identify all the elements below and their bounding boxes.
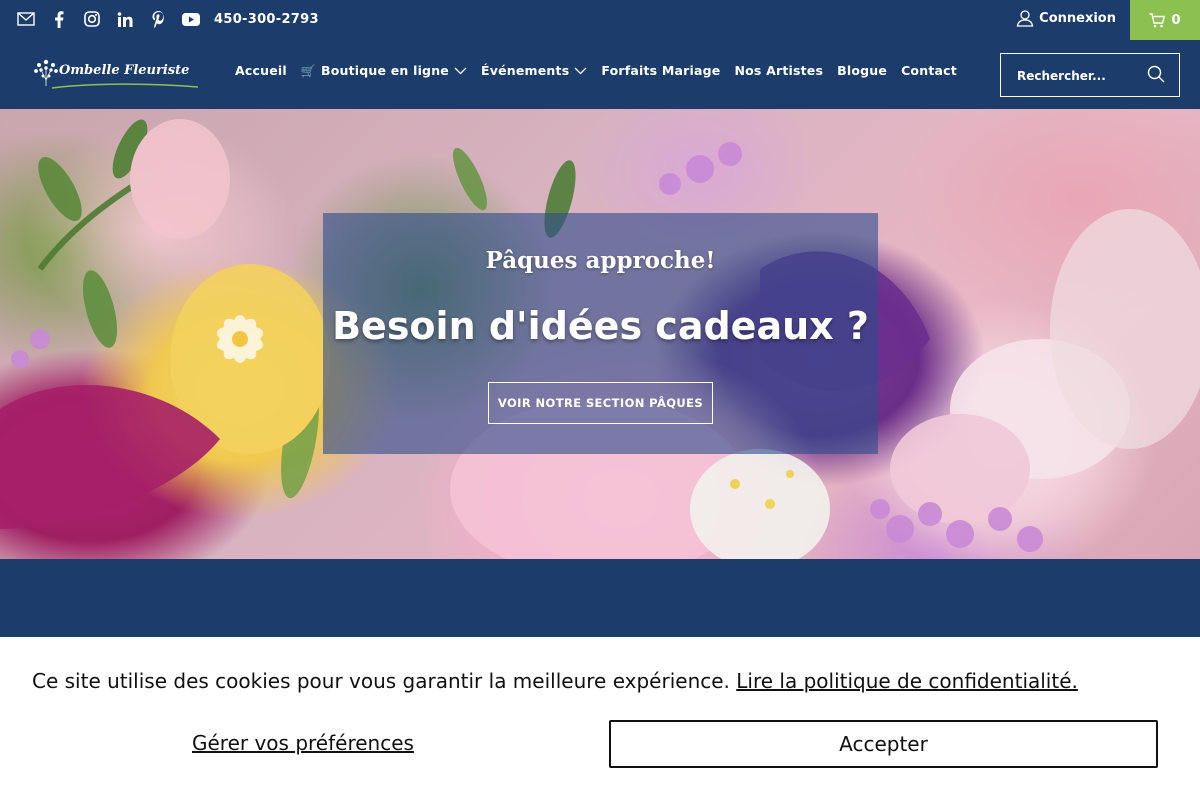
- nav-blog[interactable]: Blogue: [837, 63, 887, 78]
- chevron-down-icon: [574, 67, 587, 74]
- nav-events-label: Événements: [480, 63, 570, 78]
- email-icon[interactable]: [16, 9, 36, 29]
- nav-shop[interactable]: 🛒 Boutique en ligne: [301, 63, 467, 78]
- chevron-down-icon: [454, 67, 467, 74]
- social-links: 450-300-2793: [16, 7, 319, 31]
- manage-preferences-link[interactable]: Gérer vos préférences: [192, 731, 414, 755]
- logo-text: Ombelle Fleuriste: [59, 63, 190, 78]
- instagram-icon[interactable]: [82, 9, 102, 29]
- cart-icon: [1149, 12, 1166, 27]
- nav-events[interactable]: Événements: [481, 63, 587, 78]
- nav-contact[interactable]: Contact: [901, 63, 957, 78]
- hero-title: Besoin d'idées cadeaux ?: [332, 304, 869, 348]
- login-label: Connexion: [1039, 10, 1116, 26]
- cart-count: 0: [1171, 12, 1181, 28]
- cookie-banner: Ce site utilise des cookies pour vous ga…: [0, 637, 1200, 800]
- search-box[interactable]: [1000, 53, 1180, 97]
- user-icon: [1016, 10, 1034, 27]
- linkedin-icon[interactable]: [115, 9, 135, 29]
- login-link[interactable]: Connexion: [1016, 9, 1116, 27]
- main-nav: Accueil 🛒 Boutique en ligne Événements F…: [235, 63, 971, 78]
- content-band: [0, 559, 1200, 639]
- privacy-policy-link[interactable]: Lire la politique de confidentialité.: [736, 669, 1078, 693]
- cookie-message: Ce site utilise des cookies pour vous ga…: [32, 669, 1078, 693]
- easter-section-button[interactable]: VOIR NOTRE SECTION PÂQUES: [488, 382, 713, 424]
- search-icon[interactable]: [1147, 65, 1165, 83]
- nav-home[interactable]: Accueil: [235, 63, 287, 78]
- hero-kicker: Pâques approche!: [485, 247, 716, 274]
- cookie-message-text: Ce site utilise des cookies pour vous ga…: [32, 669, 737, 693]
- main-header: Ombelle Fleuriste Accueil 🛒 Boutique en …: [0, 40, 1200, 109]
- site-logo[interactable]: Ombelle Fleuriste: [28, 54, 203, 94]
- pinterest-icon[interactable]: [148, 9, 168, 29]
- logo-swoosh: [51, 83, 199, 89]
- phone-number[interactable]: 450-300-2793: [214, 12, 319, 27]
- youtube-icon[interactable]: [181, 9, 201, 29]
- shopping-cart-icon: 🛒: [300, 63, 316, 78]
- top-bar: 450-300-2793 Connexion 0: [0, 0, 1200, 40]
- cart-button[interactable]: 0: [1130, 0, 1200, 40]
- facebook-icon[interactable]: [49, 9, 69, 29]
- search-input[interactable]: [1017, 66, 1137, 86]
- accept-cookies-button[interactable]: Accepter: [609, 720, 1158, 768]
- hero-banner: Pâques approche! Besoin d'idées cadeaux …: [0, 109, 1200, 559]
- nav-artists[interactable]: Nos Artistes: [734, 63, 823, 78]
- nav-shop-label: Boutique en ligne: [321, 63, 449, 78]
- hero-overlay-box: Pâques approche! Besoin d'idées cadeaux …: [323, 213, 878, 454]
- nav-wedding[interactable]: Forfaits Mariage: [601, 63, 720, 78]
